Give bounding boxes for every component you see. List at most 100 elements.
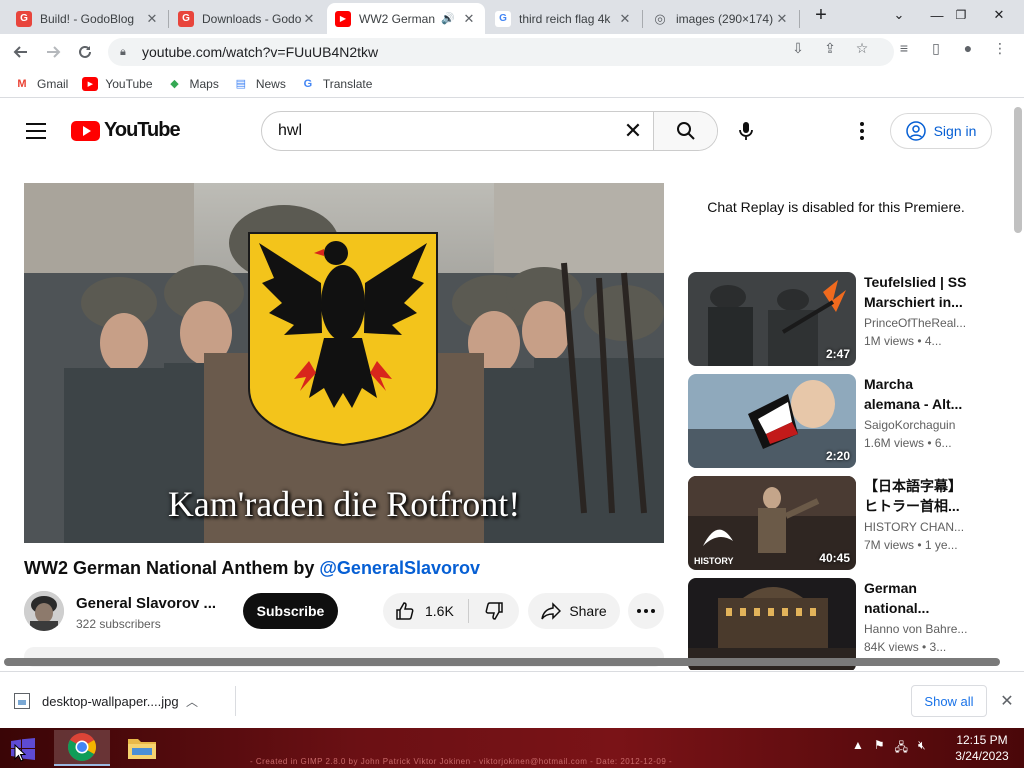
- share-page-icon[interactable]: ⇪: [820, 38, 840, 58]
- related-video-title[interactable]: Teufelslied | SS Marschiert in...: [864, 272, 968, 312]
- show-all-button[interactable]: Show all: [911, 685, 987, 717]
- chevron-up-icon[interactable]: ︿: [182, 693, 202, 710]
- like-button[interactable]: 1.6K: [383, 599, 469, 623]
- video-player[interactable]: Kam'raden die Rotfront!: [24, 183, 664, 543]
- url-text: youtube.com/watch?v=FUuUB4N2tkw: [142, 44, 379, 60]
- youtube-logo[interactable]: YouTube: [71, 119, 181, 142]
- sign-in-button[interactable]: Sign in: [890, 113, 992, 149]
- bookmark-youtube[interactable]: ▶ YouTube: [82, 76, 153, 91]
- svg-text:HISTORY: HISTORY: [694, 556, 734, 566]
- share-button[interactable]: Share: [528, 593, 620, 629]
- browser-toolbar: 🔒︎ youtube.com/watch?v=FUuUB4N2tkw ⇩ ⇪ ☆…: [0, 34, 1024, 70]
- install-app-icon[interactable]: ⇩: [788, 38, 808, 58]
- clock-date: 3/24/2023: [955, 749, 1009, 763]
- close-window-button[interactable]: ✕: [984, 0, 1014, 30]
- bookmark-star-icon[interactable]: ☆: [852, 38, 872, 58]
- close-tab-icon[interactable]: ✕: [774, 11, 790, 27]
- thumbs-up-icon: [396, 602, 414, 620]
- share-label: Share: [569, 603, 607, 619]
- related-video[interactable]: 2:47 Teufelslied | SS Marschiert in... P…: [688, 272, 988, 366]
- bookmark-translate[interactable]: G Translate: [300, 77, 373, 91]
- bookmark-maps[interactable]: ◆ Maps: [167, 77, 219, 91]
- network-icon[interactable]: 🖧︎: [895, 738, 908, 759]
- browser-tab[interactable]: ◎ images (290×174) ✕: [644, 3, 798, 34]
- godoblog-favicon-icon: G: [178, 10, 194, 27]
- side-panel-icon[interactable]: ▯: [926, 38, 946, 58]
- related-video[interactable]: HISTORY 40:45 【日本語字幕】 ヒトラー首相... HISTORY …: [688, 476, 988, 570]
- new-tab-button[interactable]: +: [806, 0, 836, 30]
- clear-search-icon[interactable]: ✕: [613, 118, 653, 144]
- voice-search-button[interactable]: [732, 119, 760, 143]
- thumbs-down-icon: [485, 602, 503, 620]
- related-video-meta: 84K views • 3...: [864, 640, 947, 654]
- video-thumbnail[interactable]: 2:47: [688, 272, 856, 366]
- video-duration: 2:20: [825, 449, 850, 463]
- search-icon: [676, 122, 695, 140]
- dislike-button[interactable]: [469, 601, 519, 621]
- related-video-title[interactable]: 【日本語字幕】 ヒトラー首相...: [864, 476, 968, 516]
- browser-tab-active[interactable]: ▶ WW2 German National Anthem 🔊 ✕: [327, 3, 485, 34]
- tab-search-chevron-icon[interactable]: ⌄: [884, 0, 914, 30]
- action-center-flag-icon[interactable]: ⚑: [874, 738, 885, 759]
- download-item[interactable]: desktop-wallpaper....jpg ︿: [14, 686, 236, 716]
- related-video[interactable]: German national... Hanno von Bahre... 84…: [688, 578, 988, 670]
- related-video[interactable]: 2:20 Marcha alemana - Alt... SaigoKorcha…: [688, 374, 988, 468]
- clock[interactable]: 12:15 PM 3/24/2023: [950, 732, 1014, 764]
- channel-name[interactable]: General Slavorov ...: [76, 595, 216, 612]
- news-icon: ▤: [235, 78, 247, 90]
- reload-button[interactable]: [72, 39, 98, 65]
- video-thumbnail[interactable]: [688, 578, 856, 670]
- chrome-menu-icon[interactable]: ⋮: [990, 38, 1010, 58]
- tab-divider: [799, 10, 800, 28]
- settings-kebab-icon[interactable]: [852, 119, 872, 143]
- search-button[interactable]: [653, 112, 717, 150]
- restore-button[interactable]: ❐: [946, 0, 976, 30]
- lock-icon: 🔒︎: [120, 46, 126, 58]
- browser-tab[interactable]: G Build! - GodoBlog ✕: [8, 3, 168, 34]
- related-video-channel[interactable]: SaigoKorchaguin: [864, 418, 968, 432]
- search-input[interactable]: hwl: [262, 122, 613, 140]
- search-box: hwl ✕: [261, 111, 718, 151]
- browser-tab[interactable]: G Downloads - GodoBlog ✕: [170, 3, 325, 34]
- vertical-scrollbar[interactable]: [1014, 107, 1022, 233]
- profile-avatar-icon[interactable]: ●: [958, 38, 978, 58]
- globe-favicon-icon: ◎: [654, 10, 666, 26]
- audio-playing-icon[interactable]: 🔊: [435, 12, 461, 25]
- bookmark-news[interactable]: ▤ News: [233, 77, 286, 91]
- channel-avatar[interactable]: [24, 591, 64, 631]
- related-video-channel[interactable]: HISTORY CHAN...: [864, 520, 968, 534]
- taskbar-chrome[interactable]: [54, 730, 110, 766]
- related-video-channel[interactable]: Hanno von Bahre...: [864, 622, 968, 636]
- channel-handle-link[interactable]: @GeneralSlavorov: [319, 558, 480, 578]
- back-button[interactable]: [8, 39, 34, 65]
- related-video-title[interactable]: German national...: [864, 578, 968, 618]
- maps-icon: ◆: [170, 78, 179, 90]
- close-shelf-icon[interactable]: ✕: [997, 689, 1017, 713]
- browser-tab[interactable]: G third reich flag 4k ✕: [487, 3, 641, 34]
- volume-muted-icon[interactable]: 🔇︎: [918, 738, 926, 759]
- forward-button[interactable]: [40, 39, 66, 65]
- close-tab-icon[interactable]: ✕: [617, 11, 633, 27]
- horizontal-scrollbar[interactable]: [4, 658, 1000, 666]
- subscribe-button[interactable]: Subscribe: [243, 593, 338, 629]
- bookmark-gmail[interactable]: M Gmail: [14, 77, 68, 91]
- forward-arrow-icon: [47, 46, 61, 58]
- related-video-title[interactable]: Marcha alemana - Alt...: [864, 374, 968, 414]
- show-hidden-icons-icon[interactable]: ▲: [852, 738, 864, 759]
- media-controls-icon[interactable]: ≡: [894, 38, 914, 58]
- youtube-favicon-icon: ▶: [335, 10, 351, 27]
- video-thumbnail[interactable]: 2:20: [688, 374, 856, 468]
- chrome-icon: [68, 733, 96, 761]
- download-file-name: desktop-wallpaper....jpg: [42, 693, 179, 709]
- close-tab-icon[interactable]: ✕: [144, 11, 160, 27]
- close-tab-icon[interactable]: ✕: [461, 11, 477, 27]
- taskbar-file-explorer[interactable]: [114, 730, 170, 766]
- more-actions-icon[interactable]: [628, 593, 664, 629]
- video-thumbnail[interactable]: HISTORY 40:45: [688, 476, 856, 570]
- tab-title: images (290×174): [676, 11, 774, 26]
- close-tab-icon[interactable]: ✕: [301, 11, 317, 27]
- related-video-channel[interactable]: PrinceOfTheReal...: [864, 316, 968, 330]
- bookmark-label: Translate: [322, 76, 373, 91]
- hamburger-menu-icon[interactable]: [26, 123, 46, 139]
- address-bar[interactable]: 🔒︎ youtube.com/watch?v=FUuUB4N2tkw: [108, 38, 894, 66]
